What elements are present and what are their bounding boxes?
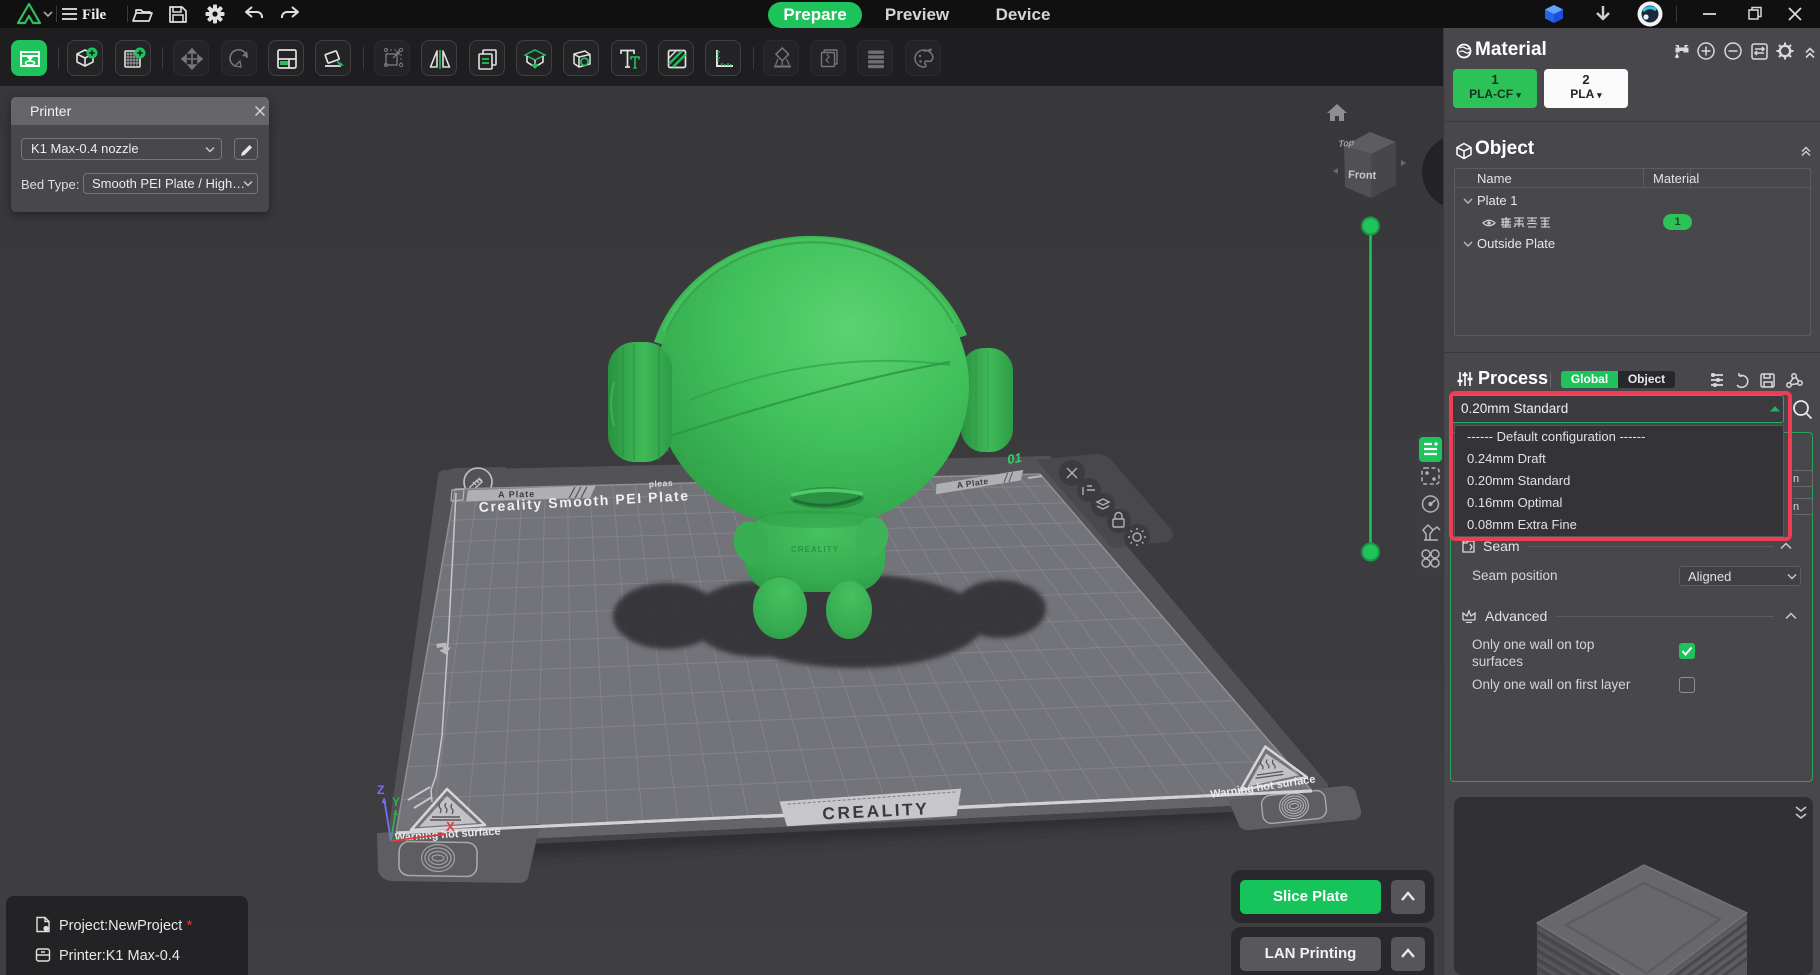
- svg-text:Z: Z: [377, 783, 384, 797]
- svg-text:pleas: pleas: [649, 478, 674, 489]
- svg-text:File: File: [82, 7, 106, 23]
- svg-text:Front: Front: [1348, 169, 1377, 182]
- svg-text:Y: Y: [392, 795, 400, 809]
- svg-text:X: X: [446, 819, 455, 834]
- svg-text:CREALITY: CREALITY: [791, 545, 839, 554]
- svg-text:Top: Top: [1338, 137, 1356, 149]
- svg-text:01: 01: [1006, 450, 1023, 467]
